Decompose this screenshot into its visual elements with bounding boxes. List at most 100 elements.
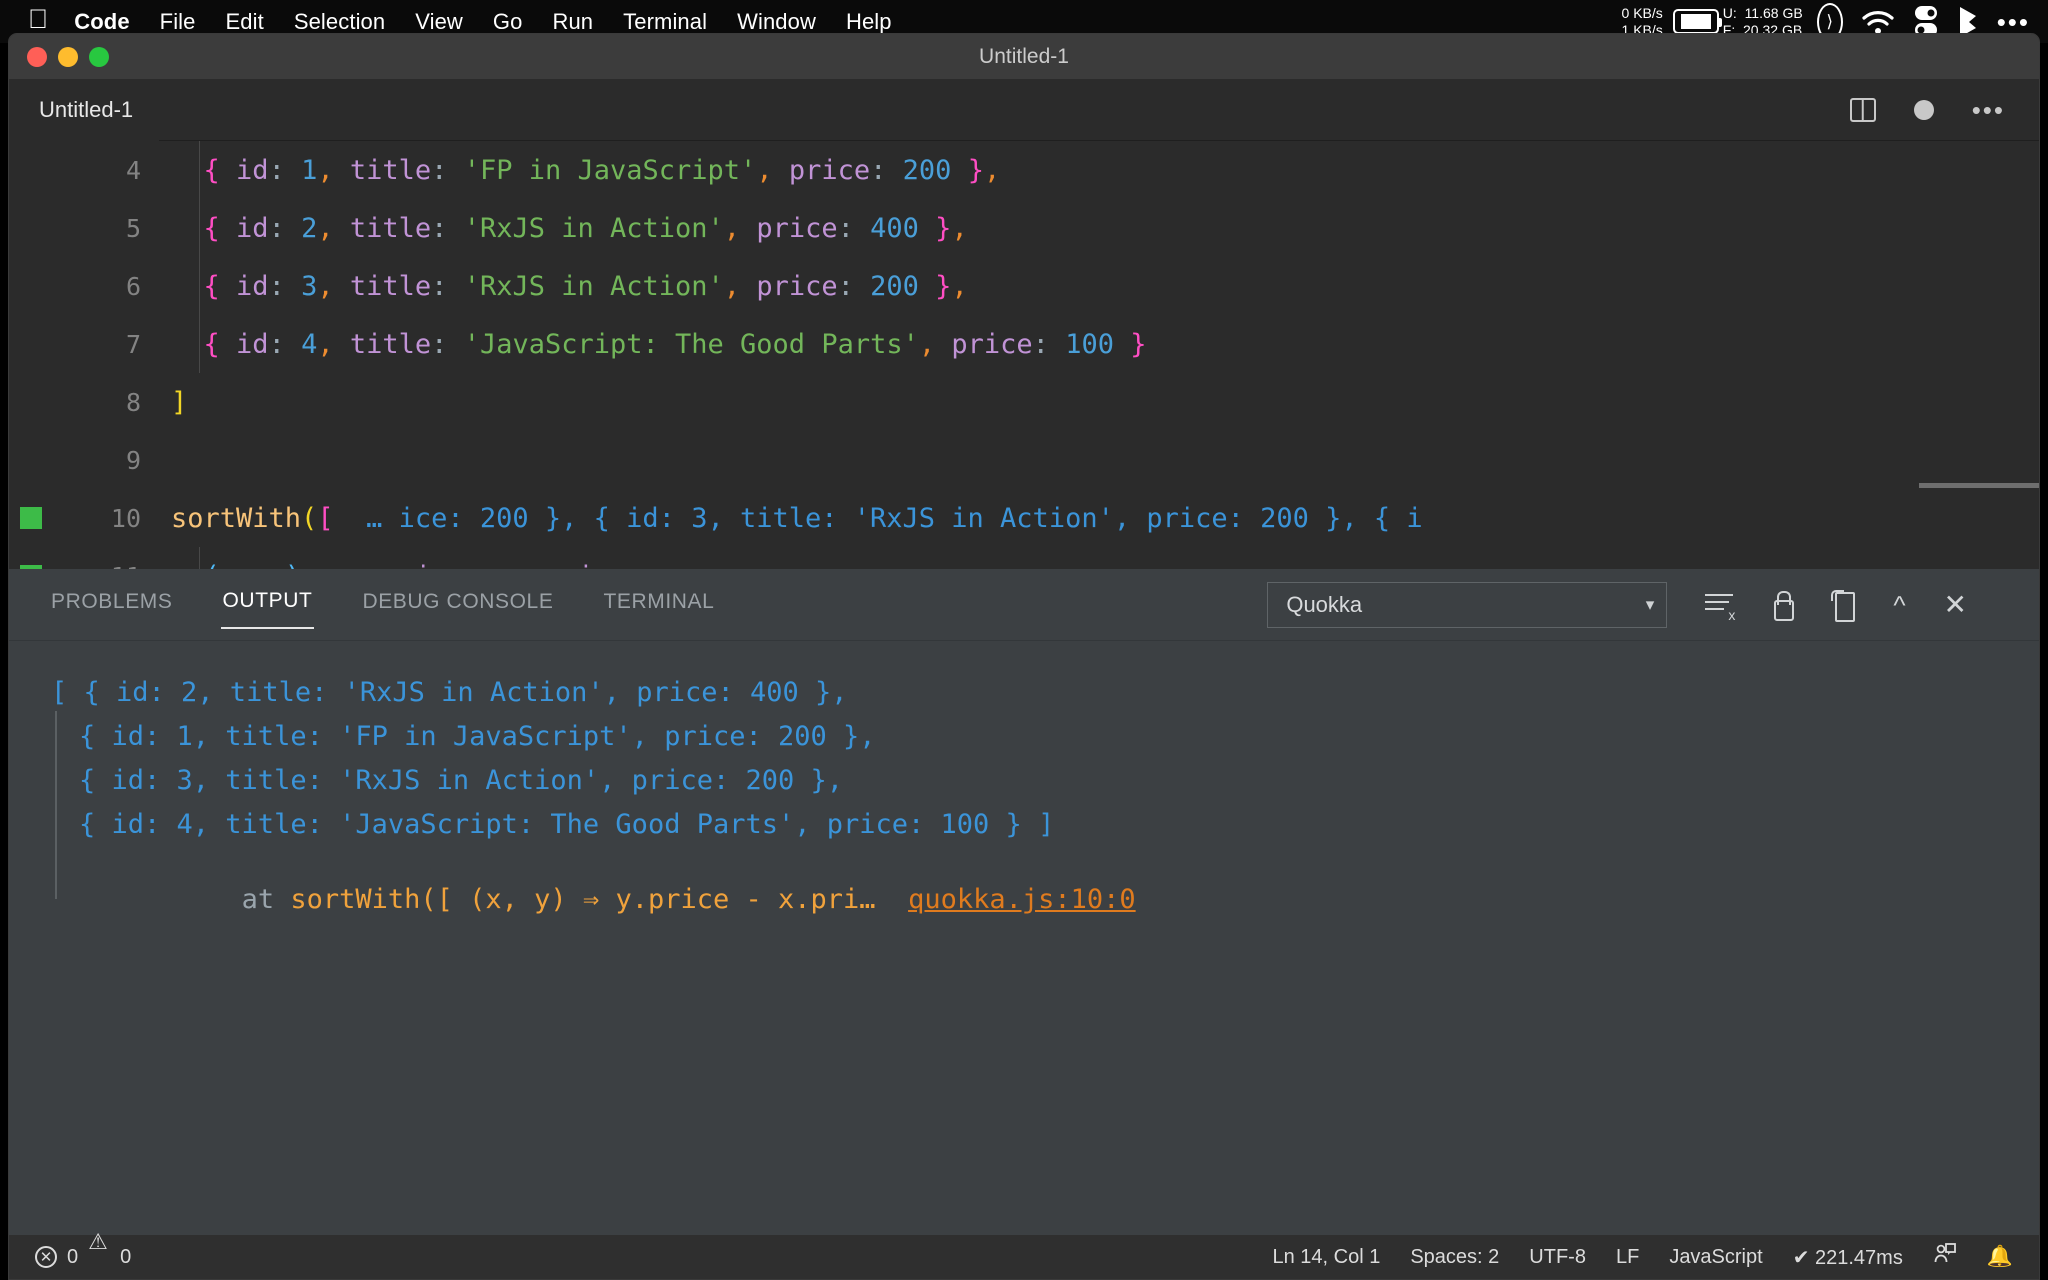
tab-terminal[interactable]: TERMINAL (601, 582, 716, 628)
tab-output[interactable]: OUTPUT (220, 581, 315, 629)
panel-header: PROBLEMS OUTPUT DEBUG CONSOLE TERMINAL Q… (9, 569, 2039, 641)
ellipsis-icon[interactable]: ••• (1997, 9, 2030, 35)
language-mode[interactable]: JavaScript (1669, 1246, 1762, 1269)
code-token: title (333, 328, 432, 360)
editor-tab-bar: Untitled-1 ••• (9, 78, 2039, 141)
split-editor-icon[interactable] (1849, 97, 1876, 122)
code-token: } (918, 212, 952, 244)
error-circle-icon[interactable]: ✕ (35, 1246, 57, 1268)
code-token: 200 (870, 270, 919, 302)
code-token: ( (301, 502, 318, 534)
code-token: } (1113, 328, 1147, 360)
editor-line[interactable]: 11 (x, y) ⇒ y.price - x.price, (9, 547, 2039, 569)
code-token: } (918, 270, 952, 302)
code-token: , (626, 561, 642, 570)
menu-item-code[interactable]: Code (74, 9, 129, 35)
tab-untitled-1[interactable]: Untitled-1 (9, 78, 160, 141)
code-token: price (772, 154, 871, 186)
indentation-setting[interactable]: Spaces: 2 (1410, 1246, 1499, 1269)
bell-icon[interactable]: 🔔 (1987, 1245, 2013, 1269)
editor-line[interactable]: 5 { id: 2, title: 'RxJS in Action', pric… (9, 199, 2039, 257)
editor-line[interactable]: 7 { id: 4, title: 'JavaScript: The Good … (9, 315, 2039, 373)
error-count[interactable]: 0 (67, 1246, 78, 1269)
window-titlebar: Untitled-1 (9, 34, 2039, 79)
apple-logo-icon[interactable]:  (28, 6, 48, 33)
quokka-gutter-marker (9, 507, 53, 529)
open-in-editor-icon[interactable] (1831, 589, 1856, 622)
tab-debug-console[interactable]: DEBUG CONSOLE (360, 582, 555, 628)
close-panel-icon[interactable]: ✕ (1944, 590, 1967, 618)
menu-item-edit[interactable]: Edit (226, 9, 264, 35)
code-token: sortWith (171, 502, 302, 534)
output-line: { id: 3, title: 'RxJS in Action', price:… (79, 765, 844, 796)
editor-horizontal-scrollbar[interactable] (1919, 483, 2039, 488)
code-token: , (317, 270, 334, 302)
panel-actions: Quokka ▾ x ^ ✕ (1267, 581, 2039, 628)
network-up-speed: 0 KB/s (1621, 4, 1663, 21)
editor-line[interactable]: 4 { id: 1, title: 'FP in JavaScript', pr… (9, 141, 2039, 199)
code-token: ( (204, 561, 220, 570)
menu-item-help[interactable]: Help (846, 9, 892, 35)
menu-item-file[interactable]: File (160, 9, 196, 35)
line-number: 4 (125, 155, 141, 185)
code-editor[interactable]: 4 { id: 1, title: 'FP in JavaScript', pr… (9, 141, 2039, 569)
quokka-status[interactable]: ✔ 221.47ms (1793, 1245, 1903, 1270)
minimize-button[interactable] (58, 46, 78, 67)
output-channel-value: Quokka (1286, 591, 1363, 617)
menu-item-terminal[interactable]: Terminal (623, 9, 707, 35)
quokka-covered-icon (20, 507, 42, 529)
tab-problems[interactable]: PROBLEMS (49, 582, 175, 628)
editor-line[interactable]: 9 (9, 431, 2039, 489)
menu-item-window[interactable]: Window (737, 9, 816, 35)
unsaved-indicator-icon[interactable] (1913, 99, 1934, 120)
feedback-icon[interactable] (1933, 1242, 1957, 1272)
code-token: title (333, 154, 432, 186)
warning-triangle-icon[interactable] (88, 1231, 110, 1267)
cursor-position[interactable]: Ln 14, Col 1 (1272, 1246, 1380, 1269)
close-button[interactable] (27, 46, 47, 67)
code-token: price (382, 561, 463, 570)
menu-item-run[interactable]: Run (552, 9, 593, 35)
menu-item-view[interactable]: View (415, 9, 463, 35)
window-title: Untitled-1 (979, 44, 1069, 68)
more-actions-icon[interactable]: ••• (1972, 97, 2005, 123)
line-content: sortWith([ … ice: 200 }, { id: 3, title:… (163, 503, 1423, 534)
line-number: 5 (125, 213, 141, 243)
code-token: 100 (1065, 328, 1114, 360)
output-content[interactable]: [ { id: 2, title: 'RxJS in Action', pric… (9, 641, 2039, 915)
quokka-covered-icon (20, 565, 42, 569)
output-channel-select[interactable]: Quokka ▾ (1267, 581, 1668, 628)
clear-output-icon[interactable]: x (1705, 593, 1735, 623)
battery-icon[interactable] (1672, 9, 1722, 34)
code-token: , (951, 270, 968, 302)
stack-source-link[interactable]: quokka.js:10:0 (908, 884, 1136, 915)
menu-item-selection[interactable]: Selection (294, 9, 385, 35)
code-token: [ (317, 502, 334, 534)
code-token: , (983, 154, 1001, 186)
editor-line[interactable]: 10 sortWith([ … ice: 200 }, { id: 3, titl… (9, 489, 2039, 547)
code-token: ⇒ (301, 561, 350, 570)
editor-line[interactable]: 6 { id: 3, title: 'RxJS in Action', pric… (9, 257, 2039, 315)
output-line: { id: 1, title: 'FP in JavaScript', pric… (79, 721, 876, 752)
editor-line[interactable]: 8] (9, 373, 2039, 431)
menu-item-go[interactable]: Go (493, 9, 523, 35)
lock-icon[interactable] (1771, 590, 1795, 621)
code-token: , (951, 212, 968, 244)
wifi-icon[interactable] (1861, 9, 1895, 35)
encoding-setting[interactable]: UTF-8 (1529, 1246, 1586, 1269)
code-token: ] (171, 386, 188, 418)
code-token: , (236, 561, 252, 570)
warning-count[interactable]: 0 (120, 1246, 131, 1269)
eol-setting[interactable]: LF (1616, 1246, 1639, 1269)
code-token: 2 (301, 212, 318, 244)
code-token: , (317, 328, 334, 360)
code-token: } (951, 154, 984, 186)
chevron-up-icon[interactable]: ^ (1893, 592, 1905, 618)
maximize-button[interactable] (89, 46, 109, 67)
code-token: price (545, 561, 626, 570)
status-bar-right: Ln 14, Col 1 Spaces: 2 UTF-8 LF JavaScri… (1272, 1242, 2039, 1272)
code-token: x (220, 561, 236, 570)
